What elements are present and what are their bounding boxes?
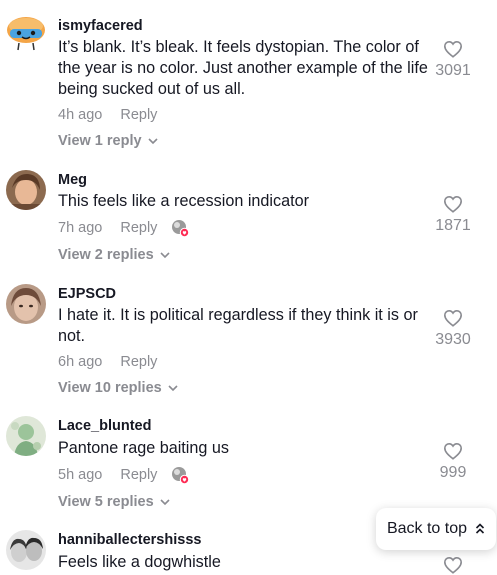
- double-chevron-up-icon: [475, 523, 485, 534]
- view-replies-label: View 5 replies: [58, 494, 154, 510]
- creator-avatar-icon: [172, 220, 190, 238]
- like-count: 3930: [435, 331, 471, 348]
- reply-button[interactable]: Reply: [120, 107, 157, 123]
- creator-avatar-icon: [172, 467, 190, 485]
- reply-button[interactable]: Reply: [120, 220, 157, 236]
- reply-button[interactable]: Reply: [120, 467, 157, 483]
- creator-liked-badge: [171, 466, 190, 485]
- comment-meta: 7h ago Reply: [58, 219, 190, 238]
- username[interactable]: ismyfacered: [58, 18, 143, 34]
- illustration-avatar-icon: [6, 416, 46, 456]
- avatar[interactable]: [6, 284, 46, 324]
- username[interactable]: EJPSCD: [58, 286, 116, 302]
- avatar[interactable]: [4, 12, 48, 52]
- like-button[interactable]: 1871: [423, 195, 483, 235]
- reply-button[interactable]: Reply: [120, 354, 157, 370]
- comment-text: It’s blank. It’s bleak. It feels dystopi…: [58, 38, 428, 98]
- comment-text: Feels like a dogwhistle: [58, 553, 221, 571]
- like-count: 3091: [435, 62, 471, 79]
- chevron-down-icon: [147, 137, 158, 144]
- like-button[interactable]: 3930: [423, 309, 483, 349]
- back-to-top-label: Back to top: [386, 520, 468, 537]
- username[interactable]: Meg: [58, 172, 87, 188]
- avatar[interactable]: [6, 416, 46, 456]
- view-replies-label: View 2 replies: [58, 247, 154, 263]
- like-button[interactable]: [423, 556, 483, 574]
- like-count: 1871: [435, 217, 471, 234]
- heart-icon: [443, 442, 463, 460]
- view-replies-label: View 10 replies: [58, 380, 162, 396]
- like-button[interactable]: 3091: [423, 40, 483, 80]
- avatar[interactable]: [6, 170, 46, 210]
- username-text: EJPSCD: [58, 286, 117, 302]
- avatar[interactable]: [6, 530, 46, 570]
- chevron-down-icon: [168, 384, 178, 391]
- view-replies-button[interactable]: View 1 reply: [58, 133, 158, 149]
- heart-icon: [443, 309, 463, 327]
- comment-meta: 6h ago Reply: [58, 354, 157, 370]
- view-replies-button[interactable]: View 5 replies: [58, 494, 170, 510]
- comment-meta: 4h ago Reply: [58, 107, 157, 123]
- username[interactable]: hanniballectershisss: [58, 532, 201, 548]
- chevron-down-icon: [160, 498, 170, 505]
- heart-icon: [443, 556, 463, 574]
- user-photo-icon: [6, 284, 46, 324]
- heart-icon: [443, 40, 463, 58]
- chevron-down-icon: [160, 251, 170, 258]
- back-to-top-button[interactable]: Back to top: [376, 508, 496, 550]
- timestamp: 6h ago: [58, 354, 103, 370]
- comment-text: This feels like a recession indicator: [58, 192, 310, 210]
- timestamp: 7h ago: [58, 220, 103, 236]
- heart-icon: [443, 195, 463, 213]
- view-replies-label: View 1 reply: [58, 133, 142, 149]
- timestamp: 5h ago: [58, 467, 103, 483]
- comment-text: I hate it. It is political regardless if…: [58, 306, 418, 345]
- timestamp: 4h ago: [58, 107, 103, 123]
- comment-meta: 5h ago Reply: [58, 466, 190, 485]
- cartoon-face-icon: [7, 17, 45, 51]
- view-replies-button[interactable]: View 2 replies: [58, 247, 170, 263]
- view-replies-button[interactable]: View 10 replies: [58, 380, 178, 396]
- like-button[interactable]: 999: [423, 442, 483, 482]
- creator-liked-badge: [171, 219, 190, 238]
- comment-text: Pantone rage baiting us: [58, 439, 229, 457]
- user-photo-icon: [6, 530, 46, 570]
- like-count: 999: [439, 464, 467, 481]
- user-photo-icon: [6, 170, 46, 210]
- username[interactable]: Lace_blunted: [58, 418, 151, 434]
